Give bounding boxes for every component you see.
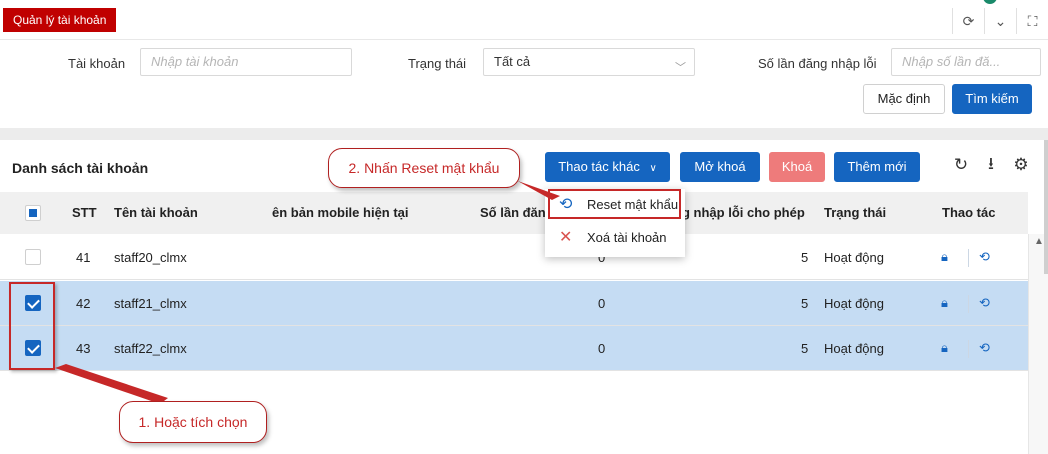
- col-allowed: g nhập lỗi cho phép: [682, 205, 805, 220]
- cell-username: staff21_clmx: [114, 296, 187, 311]
- chevron-down-icon: ﹀: [675, 62, 686, 74]
- action-divider: [968, 295, 969, 313]
- page-title-tag: Quản lý tài khoản: [3, 8, 117, 32]
- list-title: Danh sách tài khoản: [12, 160, 149, 176]
- cell-stt: 41: [76, 250, 91, 265]
- cell-status: Hoạt động: [824, 341, 884, 356]
- cell-allowed: 5: [801, 341, 809, 356]
- add-new-button[interactable]: Thêm mới: [834, 152, 920, 182]
- highlight-reset-item: [548, 189, 681, 219]
- col-username: Tên tài khoản: [114, 205, 198, 220]
- cell-stt: 43: [76, 341, 91, 356]
- action-divider: [968, 340, 969, 358]
- col-fail-count: Số lần đăn: [480, 205, 546, 220]
- cell-fail-count: 0: [598, 296, 606, 311]
- cell-allowed: 5: [801, 296, 809, 311]
- cell-stt: 42: [76, 296, 91, 311]
- fail-count-label: Số lần đăng nhập lỗi: [758, 56, 877, 71]
- scroll-up-icon[interactable]: ▲: [1034, 236, 1044, 247]
- filter-panel: Tài khoản Nhập tài khoản Trạng thái Tất …: [0, 40, 1048, 128]
- select-all-checkbox[interactable]: [25, 205, 41, 221]
- fullscreen-icon[interactable]: ⛶: [1016, 8, 1048, 34]
- status-select-value: Tất cả: [494, 54, 531, 69]
- cell-status: Hoạt động: [824, 250, 884, 265]
- col-actions: Thao tác: [942, 205, 996, 220]
- row-checkbox[interactable]: [25, 249, 41, 265]
- col-stt: STT: [72, 205, 97, 220]
- window-controls: ⟳ ⌄ ⛶: [952, 8, 1048, 34]
- search-button[interactable]: Tìm kiếm: [952, 84, 1032, 114]
- unlock-button[interactable]: Mở khoá: [680, 152, 760, 182]
- reset-password-icon[interactable]: ⟲: [979, 295, 990, 311]
- menu-item-label: Xoá tài khoản: [587, 230, 667, 245]
- col-status: Trạng thái: [824, 205, 887, 220]
- lock-icon[interactable]: 🔒︎: [941, 295, 948, 311]
- outer-scrollbar[interactable]: [1044, 140, 1048, 274]
- status-dot: [983, 0, 997, 4]
- callout-step1: 1. Hoặc tích chọn: [119, 401, 267, 443]
- table-tools: ↻ ⭳ ⚙: [950, 154, 1032, 176]
- chevron-down-icon: ∨: [649, 163, 657, 174]
- action-divider: [968, 249, 969, 267]
- reset-filter-button[interactable]: Mặc định: [863, 84, 945, 114]
- cell-fail-count: 0: [598, 341, 606, 356]
- cell-username: staff20_clmx: [114, 250, 187, 265]
- more-actions-button[interactable]: Thao tác khác ∨: [545, 152, 670, 182]
- highlight-checkboxes: [9, 282, 55, 370]
- cell-username: staff22_clmx: [114, 341, 187, 356]
- table-row[interactable]: 41 staff20_clmx 0 5 Hoạt động 🔒︎ ⟲: [0, 235, 1028, 280]
- section-divider: [0, 128, 1048, 140]
- cell-status: Hoạt động: [824, 296, 884, 311]
- close-x-icon: ✕: [559, 229, 573, 246]
- table-row[interactable]: 43 staff22_clmx 0 5 Hoạt động 🔒︎ ⟲: [0, 326, 1028, 371]
- reset-password-icon[interactable]: ⟲: [979, 249, 990, 265]
- col-mobile: ên bản mobile hiện tại: [272, 205, 409, 220]
- fail-count-input[interactable]: Nhập số lần đă...: [891, 48, 1041, 76]
- account-input[interactable]: Nhập tài khoản: [140, 48, 352, 76]
- menu-item-delete-account[interactable]: ✕ Xoá tài khoản: [545, 222, 685, 254]
- status-select[interactable]: Tất cả ﹀: [483, 48, 695, 76]
- lock-button[interactable]: Khoá: [769, 152, 825, 182]
- cell-allowed: 5: [801, 250, 809, 265]
- callout-step2: 2. Nhấn Reset mật khẩu: [328, 148, 520, 188]
- column-height-icon[interactable]: ⭳: [980, 154, 1002, 176]
- top-bar: Quản lý tài khoản ⟳ ⌄ ⛶: [0, 0, 1048, 40]
- lock-icon[interactable]: 🔒︎: [941, 249, 948, 265]
- status-label: Trạng thái: [408, 56, 467, 71]
- chevron-down-icon[interactable]: ⌄: [984, 8, 1016, 34]
- table-row[interactable]: 42 staff21_clmx 0 5 Hoạt động 🔒︎ ⟲: [0, 281, 1028, 326]
- reload-icon[interactable]: ↻: [950, 154, 972, 176]
- account-label: Tài khoản: [68, 56, 126, 71]
- table-header: STT Tên tài khoản ên bản mobile hiện tại…: [0, 192, 1028, 234]
- lock-icon[interactable]: 🔒︎: [941, 340, 948, 356]
- settings-gear-icon[interactable]: ⚙: [1010, 154, 1032, 176]
- reset-password-icon[interactable]: ⟲: [979, 340, 990, 356]
- refresh-icon[interactable]: ⟳: [952, 8, 984, 34]
- more-actions-label: Thao tác khác: [558, 159, 640, 174]
